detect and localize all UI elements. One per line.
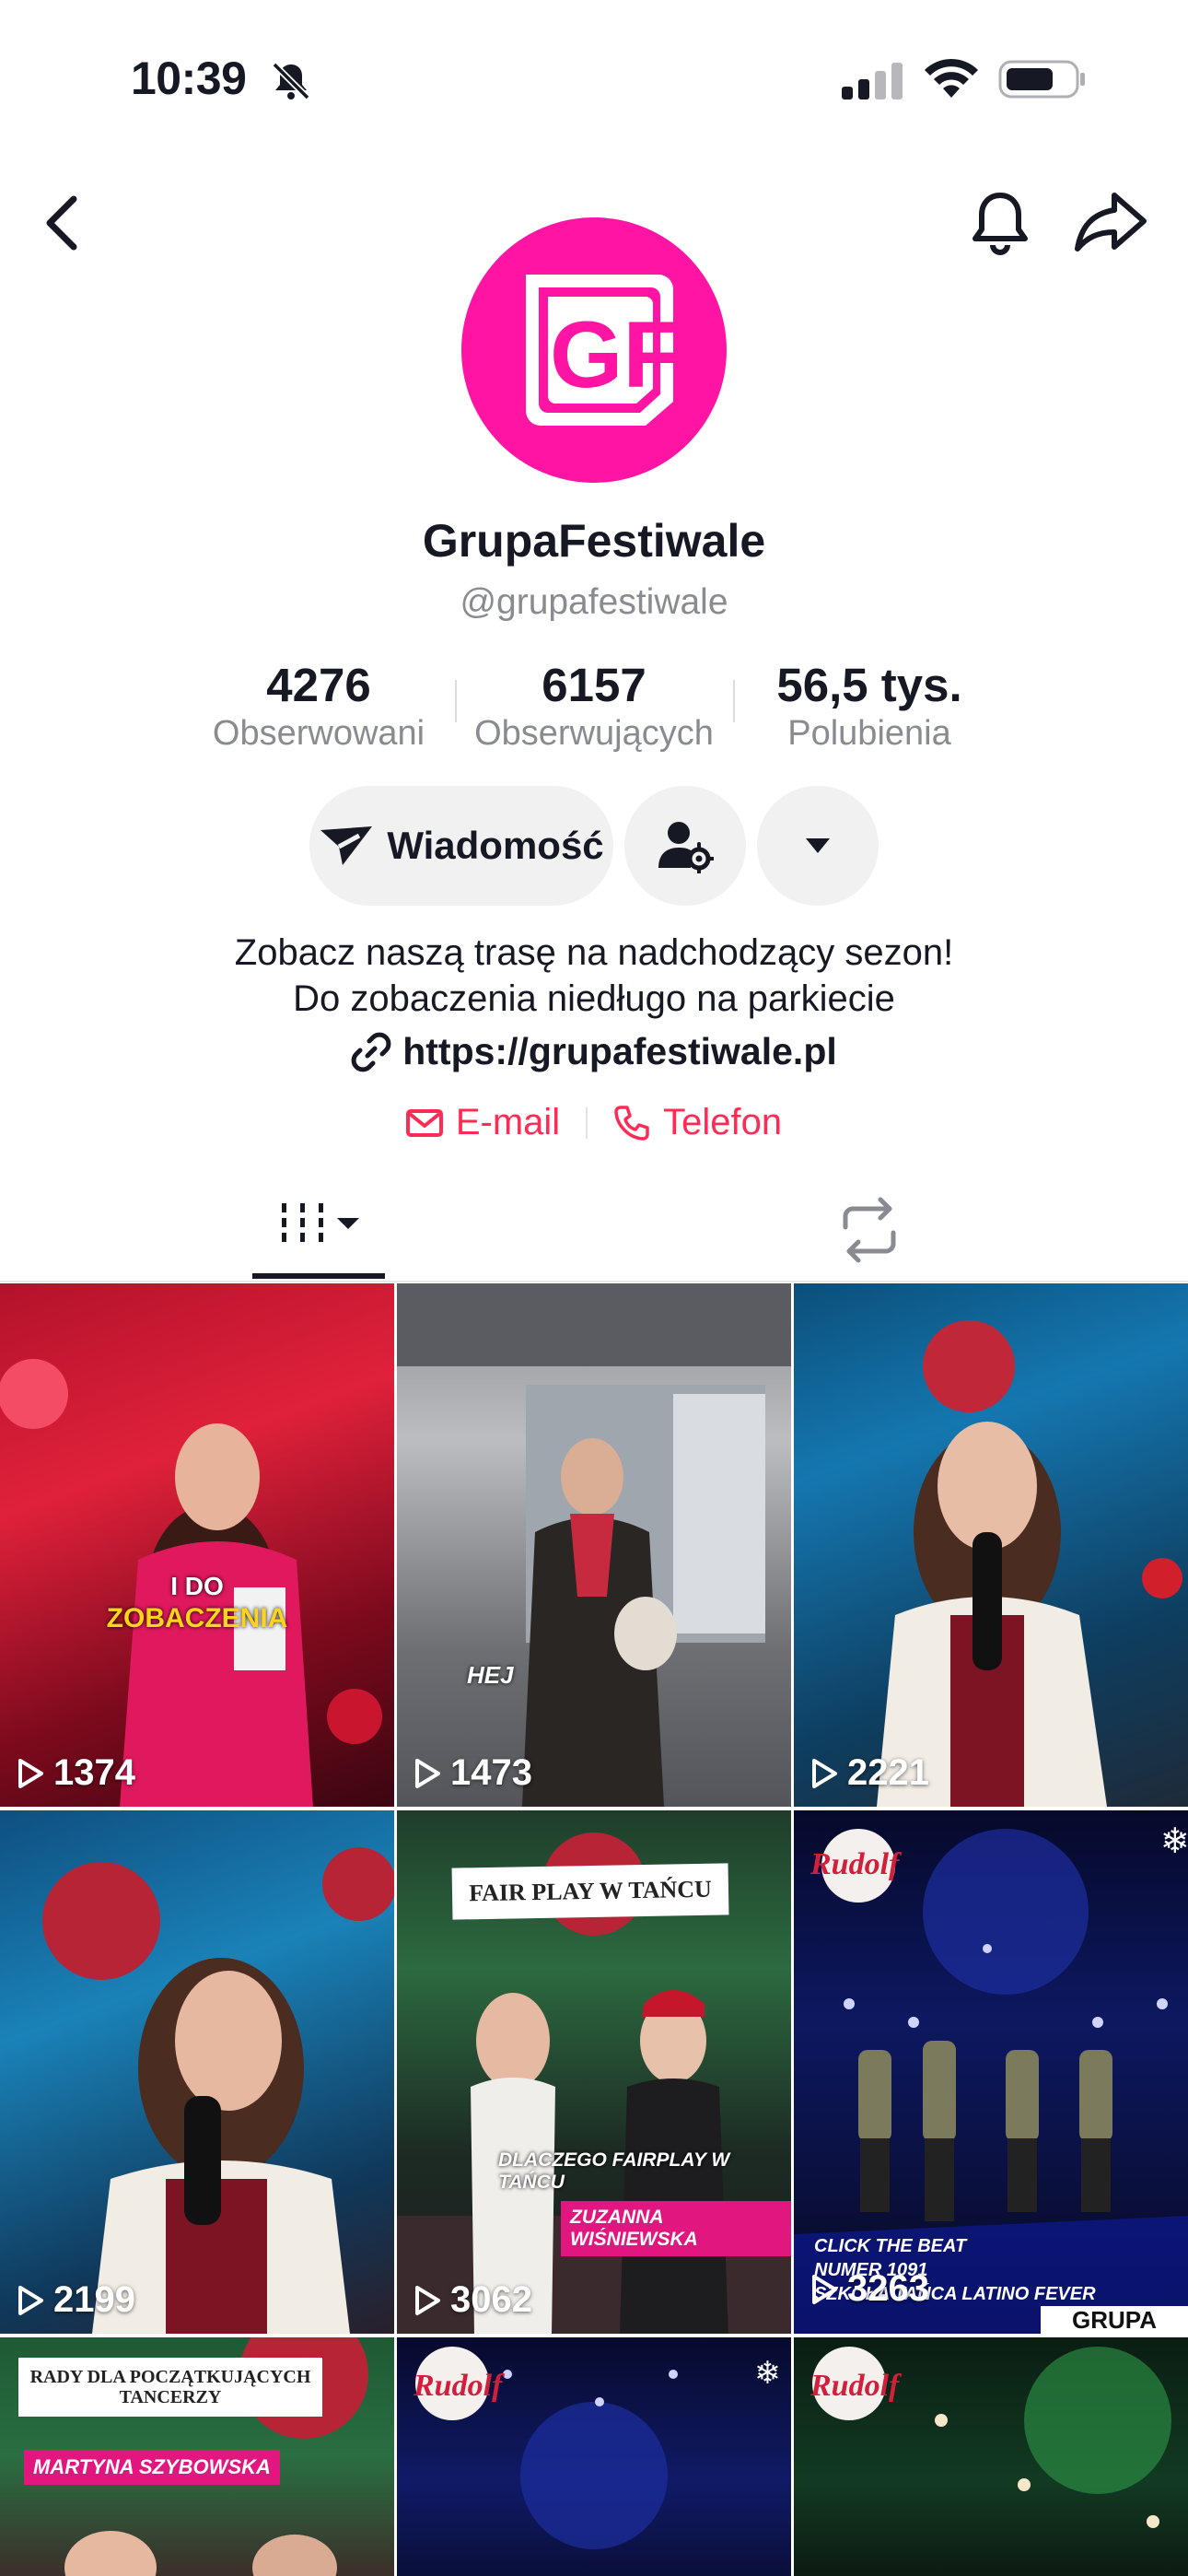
add-friend-button[interactable] xyxy=(624,786,746,906)
message-button[interactable]: Wiadomość xyxy=(309,786,613,906)
message-label: Wiadomość xyxy=(387,824,604,867)
stat-value: 4276 xyxy=(266,659,371,711)
stat-divider xyxy=(455,680,457,722)
view-count: 3263 xyxy=(810,2268,929,2310)
video-tile[interactable]: Rudolf xyxy=(794,2337,1188,2576)
stat-label: Obserwowani xyxy=(212,714,425,753)
contact-divider xyxy=(586,1107,588,1139)
video-tile[interactable]: HEJ 1473 xyxy=(397,1283,791,1807)
stat-divider xyxy=(733,680,735,722)
video-thumbnail xyxy=(0,1359,382,1807)
stat-value: 56,5 tys. xyxy=(776,659,962,711)
wifi-icon xyxy=(925,58,978,98)
play-icon xyxy=(812,2274,837,2304)
bio-line: Zobacz naszą trasę na nadchodzący sezon! xyxy=(234,932,954,973)
bell-icon[interactable] xyxy=(967,188,1033,258)
video-caption: HEJ xyxy=(467,1661,514,1689)
phone-label: Telefon xyxy=(663,1102,783,1142)
stat-label: Obserwujących xyxy=(474,714,714,753)
play-icon xyxy=(415,2285,440,2315)
video-caption: ZOBACZENIA xyxy=(106,1603,288,1633)
envelope-icon xyxy=(405,1108,443,1137)
view-count: 1374 xyxy=(17,1752,135,1794)
play-icon xyxy=(812,1758,837,1788)
videos-grid-icon xyxy=(282,1203,359,1242)
view-count: 2221 xyxy=(810,1752,929,1794)
user-settings-icon xyxy=(658,822,714,873)
video-tile[interactable]: FAIR PLAY W TAŃCU DLACZEGO FAIRPLAY W TA… xyxy=(397,1810,791,2334)
link-icon xyxy=(351,1032,391,1071)
mute-bell-icon xyxy=(272,62,310,100)
corner-logo: GRUPA xyxy=(1041,2306,1188,2334)
tab-videos[interactable] xyxy=(254,1190,383,1279)
video-thumbnail xyxy=(877,1320,1182,1807)
logo-letters: GF xyxy=(550,302,681,407)
display-name: GrupaFestiwale xyxy=(422,515,766,567)
video-tile[interactable]: 2199 xyxy=(0,1810,394,2334)
gf-logo: GF xyxy=(526,275,681,426)
share-arrow-icon[interactable] xyxy=(1074,190,1147,254)
avatar[interactable]: GF xyxy=(461,217,727,483)
video-tile[interactable]: ❄ Rudolf xyxy=(397,2337,791,2576)
handle: @grupafestiwale xyxy=(460,582,728,622)
phone-icon xyxy=(614,1105,649,1141)
name-tag: MARTYNA SZYBOWSKA xyxy=(24,2450,280,2485)
stat-label: Polubienia xyxy=(787,714,951,753)
svg-text:❄: ❄ xyxy=(1160,1821,1188,1861)
play-icon xyxy=(415,1758,440,1788)
rudolf-badge: Rudolf xyxy=(413,2369,503,2403)
more-options-button[interactable] xyxy=(757,786,879,906)
play-icon xyxy=(18,1758,43,1788)
repost-icon[interactable] xyxy=(833,1194,906,1266)
caret-down-icon xyxy=(806,838,830,853)
view-count: 1473 xyxy=(413,1752,532,1794)
tabs-divider xyxy=(0,1281,1188,1282)
video-tile[interactable]: 2221 xyxy=(794,1283,1188,1807)
rudolf-badge: Rudolf xyxy=(810,2369,900,2403)
svg-text:❄: ❄ xyxy=(754,2355,781,2392)
video-banner: FAIR PLAY W TAŃCU xyxy=(451,1863,729,1920)
battery-icon xyxy=(998,60,1085,99)
stat-followers[interactable]: 6157 Obserwujących xyxy=(460,658,728,754)
view-count: 2199 xyxy=(17,2279,135,2321)
rudolf-badge: Rudolf xyxy=(810,1847,900,1881)
video-tile[interactable]: I DO ZOBACZENIA 1374 xyxy=(0,1283,394,1807)
video-tile[interactable]: RADY DLA POCZĄTKUJĄCYCH TANCERZY MARTYNA… xyxy=(0,2337,394,2576)
bio-line: Do zobaczenia niedługo na parkiecie xyxy=(293,978,895,1019)
video-tile[interactable]: ❄ Rudolf CLICK THE BEAT NUMER 1091 SZKOŁ… xyxy=(794,1810,1188,2334)
stat-value: 6157 xyxy=(542,659,646,711)
phone-button[interactable]: Telefon xyxy=(613,1102,782,1143)
tab-indicator xyxy=(252,1273,385,1279)
view-count: 3062 xyxy=(413,2279,532,2321)
video-caption: DLACZEGO FAIRPLAY W TAŃCU xyxy=(498,2149,730,2193)
video-thumbnail xyxy=(42,1847,394,2334)
play-icon xyxy=(18,2285,43,2315)
bio-link-url: https://grupafestiwale.pl xyxy=(402,1030,837,1072)
send-icon xyxy=(320,826,373,865)
video-thumbnail xyxy=(397,1283,791,1807)
bio-link[interactable]: https://grupafestiwale.pl xyxy=(0,1030,1188,1073)
name-tag: ZUZANNA WIŚNIEWSKA xyxy=(561,2201,791,2256)
stat-likes[interactable]: 56,5 tys. Polubienia xyxy=(748,658,991,754)
cellular-signal-icon xyxy=(842,63,903,100)
status-time: 10:39 xyxy=(131,53,247,104)
email-button[interactable]: E-mail xyxy=(405,1102,561,1143)
video-caption: I DO xyxy=(170,1572,224,1600)
back-button[interactable] xyxy=(39,190,87,256)
video-banner: RADY DLA POCZĄTKUJĄCYCH TANCERZY xyxy=(18,2358,322,2417)
email-label: E-mail xyxy=(455,1102,561,1142)
contact-row: E-mail Telefon xyxy=(0,1102,1188,1143)
stat-following[interactable]: 4276 Obserwowani xyxy=(197,658,440,754)
